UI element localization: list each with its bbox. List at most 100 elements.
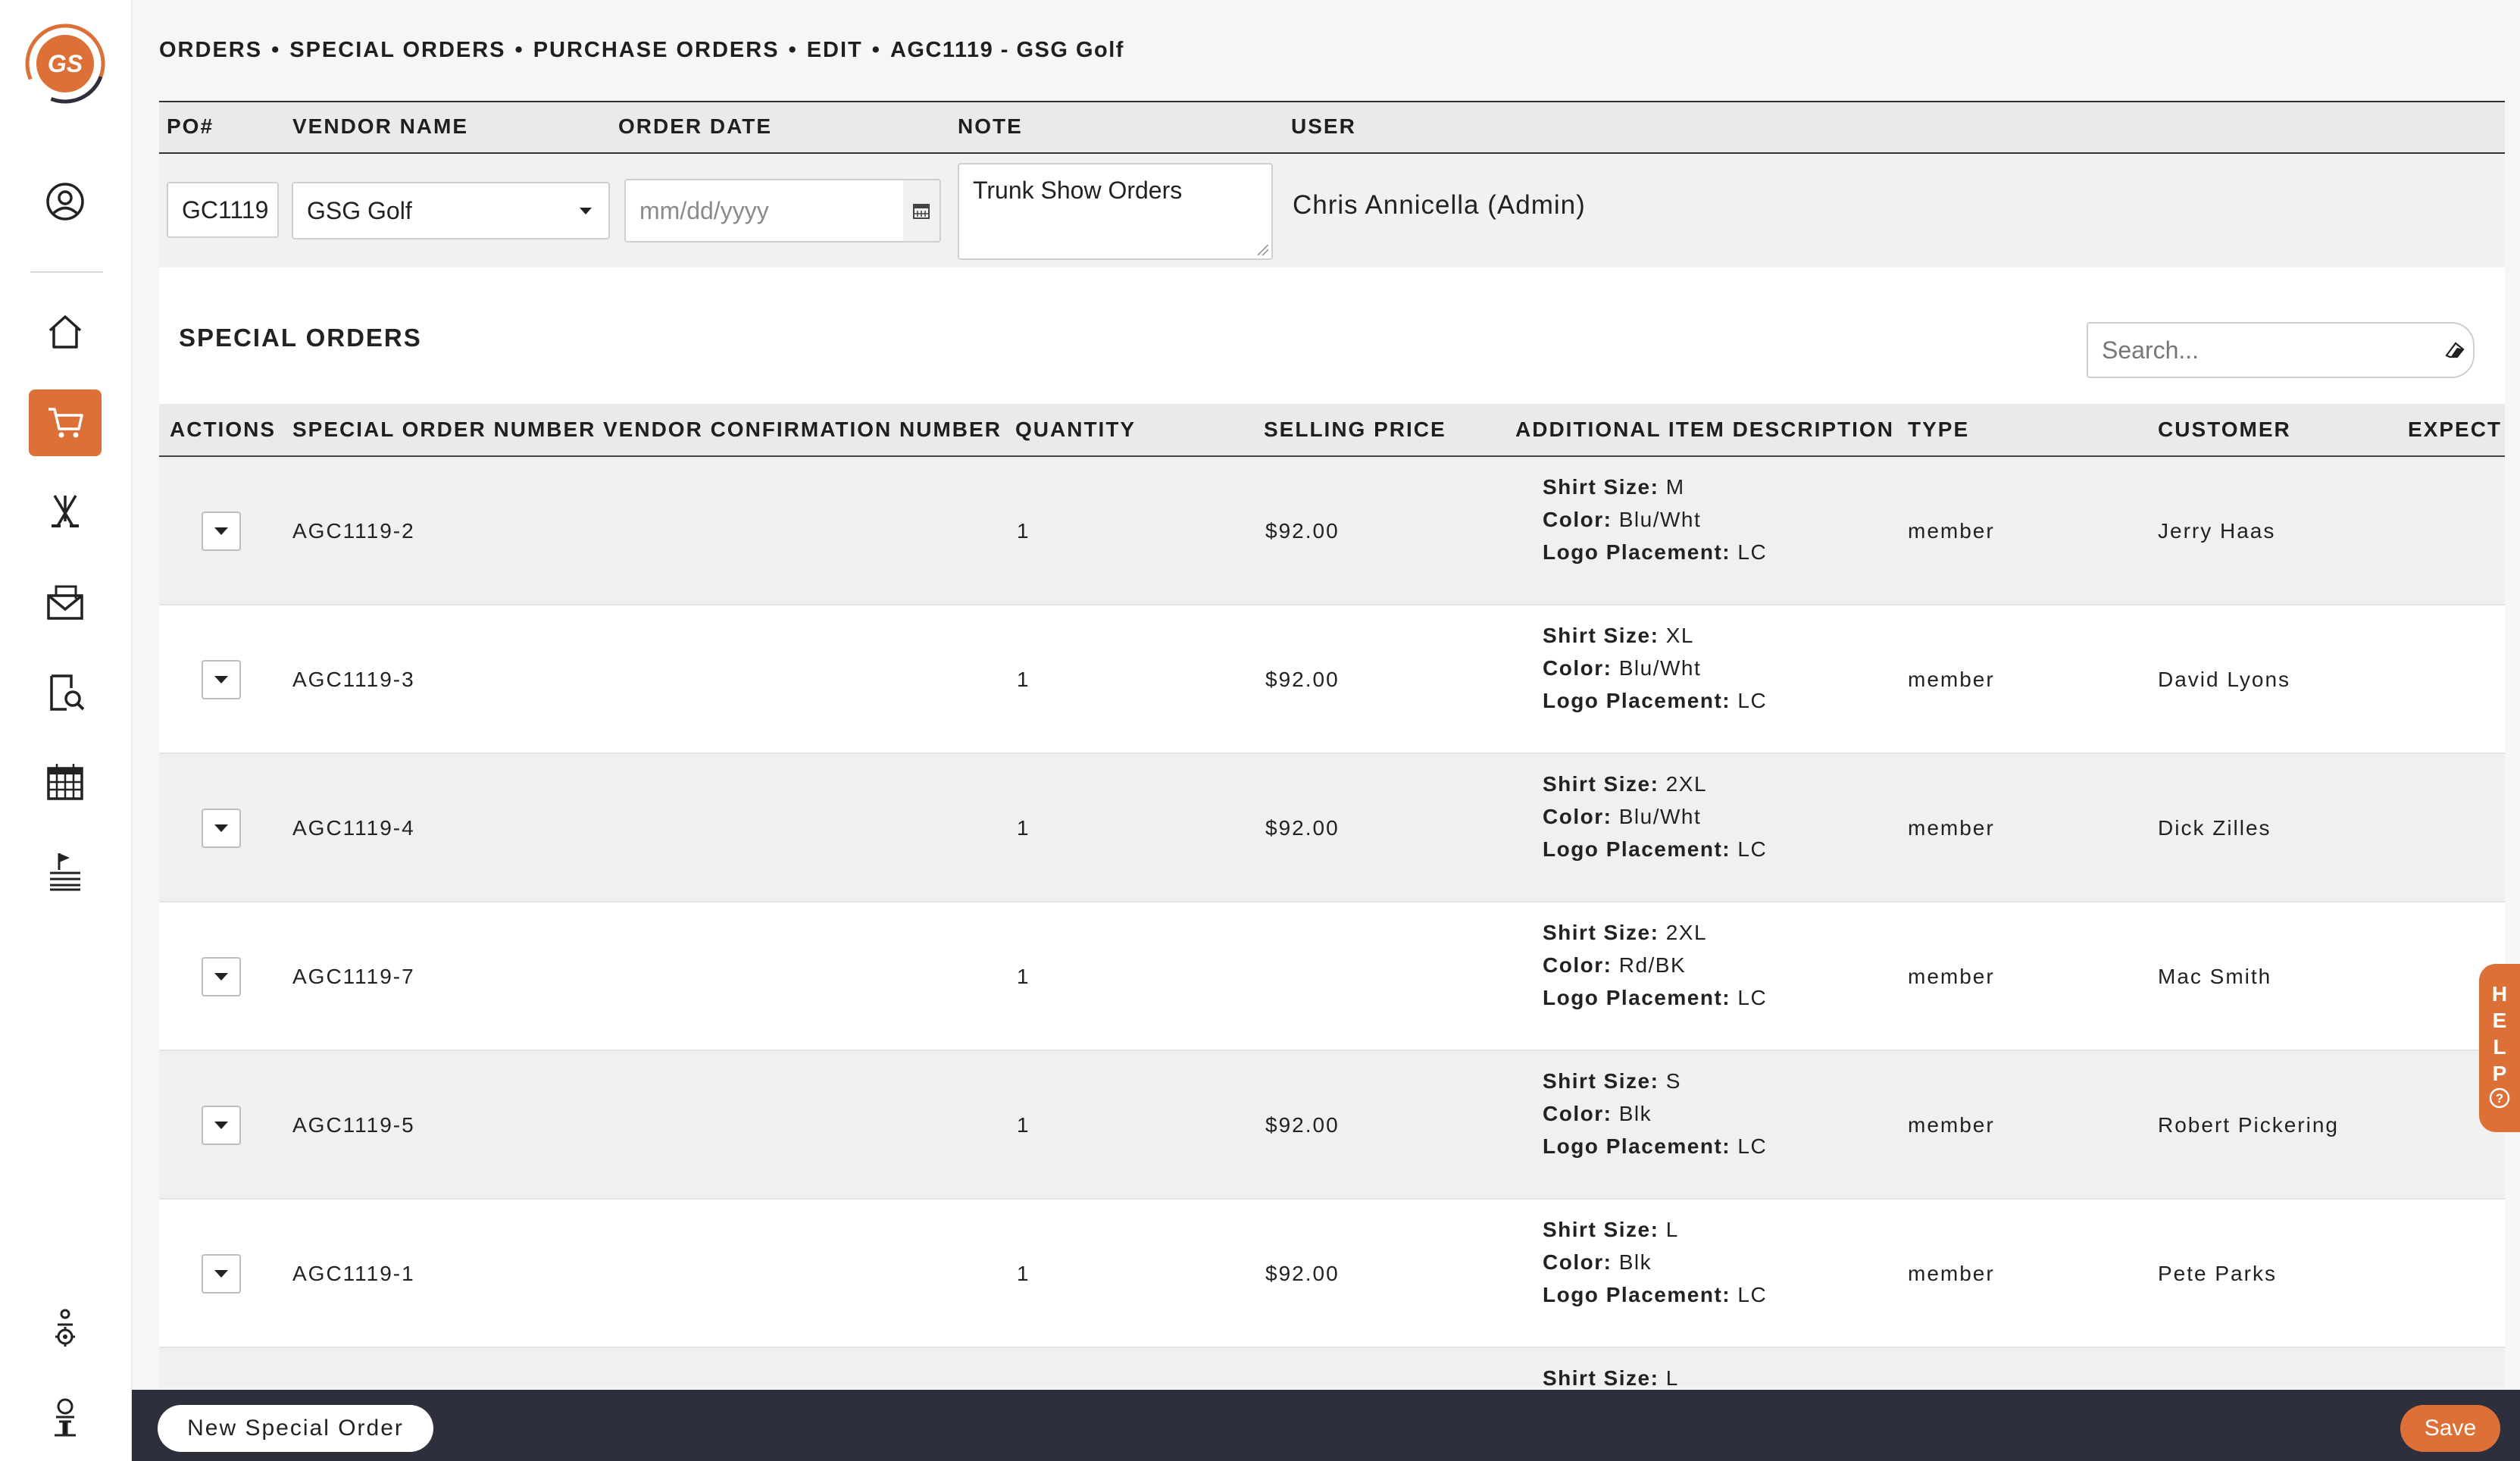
row-actions-dropdown[interactable] (202, 660, 241, 699)
shirt-size-label: Shirt Size: (1543, 475, 1659, 499)
po-number-header: PO# (167, 114, 214, 138)
quantity: 1 (1017, 519, 1030, 543)
special-order-number[interactable]: AGC1119-3 (292, 668, 415, 692)
breadcrumb-special-orders[interactable]: SPECIAL ORDERS (289, 38, 505, 62)
po-header-row: PO# VENDOR NAME ORDER DATE NOTE USER (159, 101, 2505, 154)
customer[interactable]: Mac Smith (2158, 965, 2271, 989)
color-value: Rd/BK (1618, 953, 1687, 977)
item-description: Shirt Size: S Color: Blk Logo Placement:… (1543, 1065, 1767, 1162)
logo-placement-value: LC (1737, 1283, 1768, 1306)
quantity: 1 (1017, 1262, 1030, 1285)
note-textarea[interactable]: Trunk Show Orders (958, 163, 1273, 260)
shirt-size-label: Shirt Size: (1543, 624, 1659, 647)
breadcrumb-separator: • (788, 38, 798, 62)
svg-text:?: ? (2496, 1091, 2503, 1106)
flag-tee-sheet-icon[interactable] (29, 838, 102, 905)
caret-down-icon (214, 527, 228, 535)
calendar-picker-icon[interactable] (903, 179, 941, 242)
caret-down-icon (214, 824, 228, 832)
shirt-size-value: 2XL (1665, 772, 1708, 796)
col-type[interactable]: TYPE (1908, 418, 1969, 442)
golf-clubs-icon[interactable] (29, 479, 102, 546)
col-quantity[interactable]: QUANTITY (1015, 418, 1136, 442)
shirt-size-label: Shirt Size: (1543, 1218, 1659, 1241)
sidebar-divider (30, 271, 103, 273)
logo-text: GS (48, 50, 83, 77)
row-actions-dropdown[interactable] (202, 957, 241, 996)
breadcrumb-separator: • (514, 38, 524, 62)
quantity: 1 (1017, 1113, 1030, 1137)
home-icon[interactable] (29, 299, 102, 365)
breadcrumb-purchase-orders[interactable]: PURCHASE ORDERS (533, 38, 780, 62)
selling-price: $92.00 (1265, 816, 1340, 840)
customer[interactable]: Jerry Haas (2158, 519, 2275, 543)
table-row: AGC1119-3 1 $92.00 Shirt Size: XL Color:… (159, 605, 2505, 754)
color-label: Color: (1543, 508, 1612, 531)
table-row: AGC1119-7 1 Shirt Size: 2XL Color: Rd/BK… (159, 903, 2505, 1051)
logo-placement-label: Logo Placement: (1543, 1283, 1731, 1306)
shirt-size-value: XL (1665, 624, 1694, 647)
row-actions-dropdown[interactable] (202, 809, 241, 848)
resize-grip-icon[interactable] (1258, 245, 1268, 255)
logo-placement-label: Logo Placement: (1543, 986, 1731, 1009)
customer[interactable]: David Lyons (2158, 668, 2290, 692)
cart-icon[interactable] (29, 389, 102, 456)
row-actions-dropdown[interactable] (202, 512, 241, 551)
table-row: AGC1119-2 1 $92.00 Shirt Size: M Color: … (159, 457, 2505, 605)
help-letter-e: E (2492, 1009, 2507, 1032)
document-search-icon[interactable] (29, 659, 102, 726)
customer[interactable]: Robert Pickering (2158, 1113, 2339, 1137)
quantity: 1 (1017, 668, 1030, 691)
type: member (1908, 816, 1995, 840)
special-orders-title: SPECIAL ORDERS (179, 324, 422, 352)
item-description: Shirt Size: L (1543, 1362, 1679, 1387)
golf-ball-tee-icon[interactable] (29, 1384, 102, 1450)
mail-icon[interactable] (29, 568, 102, 635)
special-order-number[interactable]: AGC1119-2 (292, 519, 415, 543)
order-date-input[interactable]: mm/dd/yyyy (624, 179, 905, 242)
vendor-name-select[interactable]: GSG Golf (292, 182, 610, 239)
quantity: 1 (1017, 816, 1030, 840)
note-header: NOTE (958, 114, 1023, 138)
special-order-number[interactable]: AGC1119-5 (292, 1113, 415, 1137)
breadcrumb-orders[interactable]: ORDERS (159, 38, 262, 62)
new-special-order-button[interactable]: New Special Order (158, 1405, 433, 1452)
shirt-size-value: 2XL (1665, 921, 1708, 944)
shirt-size-value: L (1665, 1218, 1679, 1241)
settings-user-icon[interactable] (29, 1294, 102, 1361)
help-letter-l: L (2493, 1035, 2506, 1059)
row-actions-dropdown[interactable] (202, 1254, 241, 1294)
col-expected[interactable]: EXPECT (2408, 418, 2502, 442)
type: member (1908, 668, 1995, 691)
col-selling-price[interactable]: SELLING PRICE (1264, 418, 1446, 442)
col-customer[interactable]: CUSTOMER (2158, 418, 2291, 442)
special-order-number[interactable]: AGC1119-1 (292, 1262, 415, 1286)
search-input[interactable]: Search... (2087, 322, 2438, 378)
help-letter-h: H (2491, 982, 2508, 1006)
quantity: 1 (1017, 965, 1030, 988)
col-vendor-confirmation-number[interactable]: VENDOR CONFIRMATION NUMBER (603, 418, 1002, 442)
calendar-icon[interactable] (29, 749, 102, 815)
logo-placement-value: LC (1737, 689, 1768, 712)
col-special-order-number[interactable]: SPECIAL ORDER NUMBER (292, 418, 596, 442)
col-actions[interactable]: ACTIONS (170, 418, 276, 442)
selling-price: $92.00 (1265, 668, 1340, 691)
special-order-number[interactable]: AGC1119-4 (292, 816, 415, 840)
special-order-number[interactable]: AGC1119-7 (292, 965, 415, 989)
row-actions-dropdown[interactable] (202, 1106, 241, 1145)
type: member (1908, 1113, 1995, 1137)
gs-logo[interactable]: GS (23, 21, 108, 106)
customer[interactable]: Dick Zilles (2158, 816, 2271, 840)
eraser-icon[interactable] (2437, 322, 2475, 378)
shirt-size-value: M (1665, 475, 1685, 499)
po-number-input[interactable]: GC1119 (167, 182, 279, 238)
customer[interactable]: Pete Parks (2158, 1262, 2277, 1286)
user-circle-icon[interactable] (29, 168, 102, 235)
item-description: Shirt Size: 2XL Color: Blu/Wht Logo Plac… (1543, 768, 1767, 865)
order-date-header: ORDER DATE (618, 114, 773, 138)
help-tab[interactable]: H E L P ? (2479, 964, 2520, 1132)
logo-placement-label: Logo Placement: (1543, 689, 1731, 712)
breadcrumb-current: AGC1119 - GSG Golf (890, 38, 1124, 62)
col-additional-item-description[interactable]: ADDITIONAL ITEM DESCRIPTION (1515, 418, 1894, 442)
save-button[interactable]: Save (2400, 1405, 2500, 1452)
